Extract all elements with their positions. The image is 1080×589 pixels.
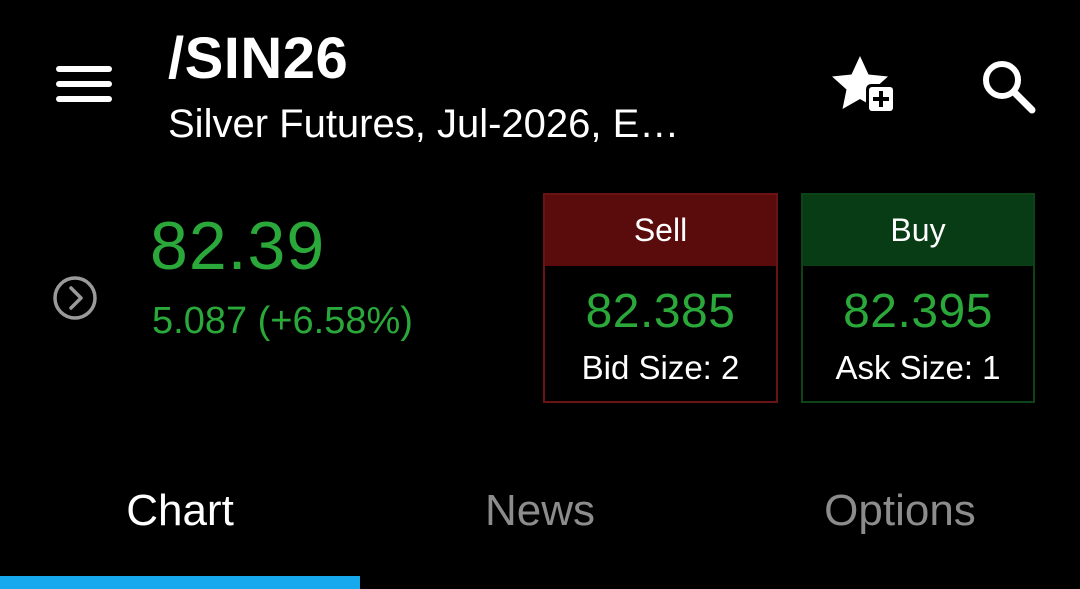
price-change: 5.087 (+6.58%)	[152, 300, 413, 342]
symbol-title: /SIN26	[168, 26, 349, 91]
instrument-description: Silver Futures, Jul-2026, E…	[168, 102, 680, 146]
sell-button[interactable]: Sell 82.385 Bid Size: 2	[543, 193, 778, 403]
active-tab-indicator	[0, 576, 360, 589]
sell-label: Sell	[545, 195, 776, 266]
bid-price: 82.385	[585, 285, 736, 338]
search-icon[interactable]	[978, 56, 1038, 116]
ask-price: 82.395	[843, 285, 993, 338]
last-price: 82.39	[150, 208, 326, 284]
menu-icon[interactable]	[56, 66, 112, 106]
tab-options[interactable]: Options	[720, 484, 1080, 538]
tab-chart[interactable]: Chart	[0, 484, 360, 538]
buy-label: Buy	[803, 195, 1033, 266]
tab-news[interactable]: News	[360, 484, 720, 538]
add-to-watchlist-icon[interactable]	[830, 54, 898, 118]
expand-details-icon[interactable]	[52, 275, 98, 321]
ask-size: Ask Size: 1	[835, 349, 1001, 386]
buy-button[interactable]: Buy 82.395 Ask Size: 1	[801, 193, 1035, 403]
quote-screen: /SIN26 Silver Futures, Jul-2026, E… 82.3…	[0, 0, 1080, 589]
bid-size: Bid Size: 2	[581, 349, 740, 386]
